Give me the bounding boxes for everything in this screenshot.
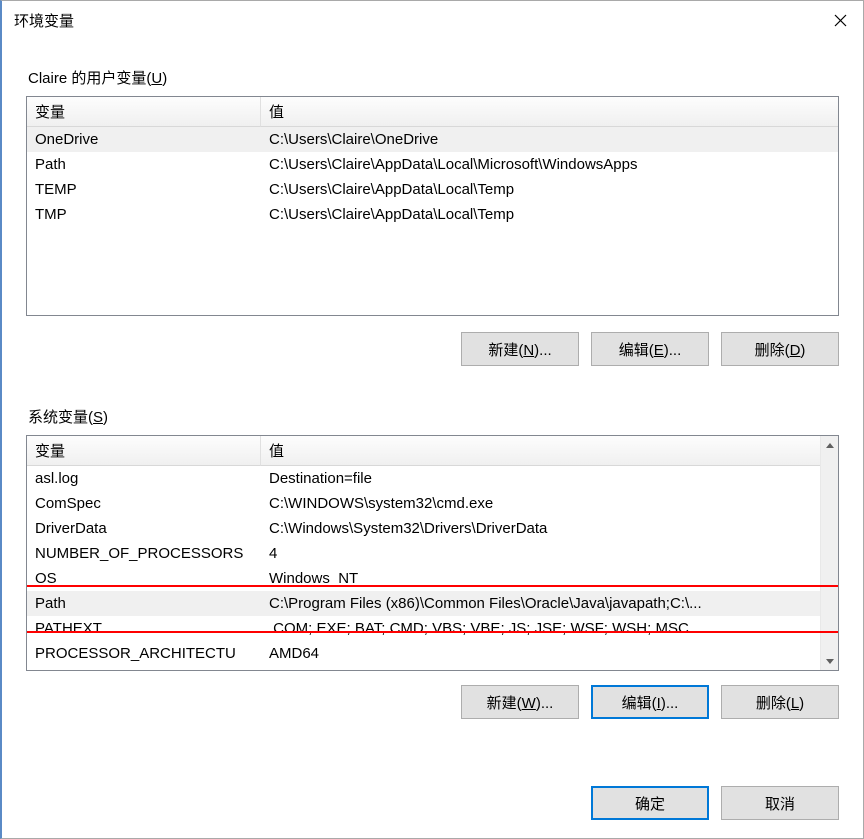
col-header-value[interactable]: 值: [261, 436, 820, 466]
cell-name: DriverData: [27, 516, 261, 541]
cell-value: Windows_NT: [261, 566, 820, 591]
cell-name: PATHEXT: [27, 616, 261, 641]
cell-name: TMP: [27, 202, 261, 227]
cell-name: NUMBER_OF_PROCESSORS: [27, 541, 261, 566]
table-row[interactable]: PathC:\Users\Claire\AppData\Local\Micros…: [27, 152, 838, 177]
cell-name: Path: [27, 591, 261, 616]
cell-value: AMD64: [261, 641, 820, 666]
table-row[interactable]: asl.logDestination=file: [27, 466, 820, 491]
user-list-header: 变量 值: [27, 97, 838, 127]
cell-value: C:\Users\Claire\AppData\Local\Microsoft\…: [261, 152, 838, 177]
user-edit-button[interactable]: 编辑(E)...: [591, 332, 709, 366]
col-header-value[interactable]: 值: [261, 97, 838, 127]
scroll-up-icon[interactable]: [821, 436, 838, 454]
window-title: 环境变量: [14, 10, 74, 31]
table-row[interactable]: PROCESSOR_ARCHITECTUAMD64: [27, 641, 820, 666]
system-new-button[interactable]: 新建(W)...: [461, 685, 579, 719]
scroll-down-icon[interactable]: [821, 652, 838, 670]
table-row[interactable]: OneDriveC:\Users\Claire\OneDrive: [27, 127, 838, 152]
environment-variables-dialog: 环境变量 Claire 的用户变量(U) 变量 值 OneDriveC:\Use…: [0, 0, 864, 839]
cell-value: C:\Windows\System32\Drivers\DriverData: [261, 516, 820, 541]
table-row[interactable]: TMPC:\Users\Claire\AppData\Local\Temp: [27, 202, 838, 227]
user-delete-button[interactable]: 删除(D): [721, 332, 839, 366]
cell-value: 4: [261, 541, 820, 566]
system-vars-label: 系统变量(S): [28, 406, 839, 427]
table-row[interactable]: PATHEXT.COM;.EXE;.BAT;.CMD;.VBS;.VBE;.JS…: [27, 616, 820, 641]
ok-button[interactable]: 确定: [591, 786, 709, 820]
user-vars-list[interactable]: 变量 值 OneDriveC:\Users\Claire\OneDrivePat…: [26, 96, 839, 316]
cell-value: C:\WINDOWS\system32\cmd.exe: [261, 491, 820, 516]
system-edit-button[interactable]: 编辑(I)...: [591, 685, 709, 719]
table-row[interactable]: PathC:\Program Files (x86)\Common Files\…: [27, 591, 820, 616]
titlebar: 环境变量: [2, 1, 863, 39]
cell-name: Path: [27, 152, 261, 177]
table-row[interactable]: NUMBER_OF_PROCESSORS4: [27, 541, 820, 566]
scroll-thumb[interactable]: [821, 454, 838, 652]
system-list-header: 变量 值: [27, 436, 820, 466]
cell-name: TEMP: [27, 177, 261, 202]
user-vars-label: Claire 的用户变量(U): [28, 67, 839, 88]
dialog-content: Claire 的用户变量(U) 变量 值 OneDriveC:\Users\Cl…: [2, 39, 863, 786]
dialog-footer: 确定 取消: [2, 786, 863, 838]
cell-name: OS: [27, 566, 261, 591]
system-delete-button[interactable]: 删除(L): [721, 685, 839, 719]
cell-value: C:\Users\Claire\OneDrive: [261, 127, 838, 152]
system-buttons-row: 新建(W)... 编辑(I)... 删除(L): [26, 685, 839, 719]
user-rows: OneDriveC:\Users\Claire\OneDrivePathC:\U…: [27, 127, 838, 227]
cell-name: ComSpec: [27, 491, 261, 516]
cell-name: OneDrive: [27, 127, 261, 152]
table-row[interactable]: OSWindows_NT: [27, 566, 820, 591]
close-icon[interactable]: [817, 4, 863, 36]
col-header-name[interactable]: 变量: [27, 97, 261, 127]
cell-name: PROCESSOR_ARCHITECTU: [27, 641, 261, 666]
table-row[interactable]: ComSpecC:\WINDOWS\system32\cmd.exe: [27, 491, 820, 516]
cell-value: C:\Program Files (x86)\Common Files\Orac…: [261, 591, 820, 616]
cell-value: C:\Users\Claire\AppData\Local\Temp: [261, 177, 838, 202]
user-new-button[interactable]: 新建(N)...: [461, 332, 579, 366]
cell-name: asl.log: [27, 466, 261, 491]
cell-value: Destination=file: [261, 466, 820, 491]
system-rows: asl.logDestination=fileComSpecC:\WINDOWS…: [27, 466, 820, 666]
user-buttons-row: 新建(N)... 编辑(E)... 删除(D): [26, 332, 839, 366]
system-scrollbar[interactable]: [820, 436, 838, 670]
col-header-name[interactable]: 变量: [27, 436, 261, 466]
table-row[interactable]: TEMPC:\Users\Claire\AppData\Local\Temp: [27, 177, 838, 202]
cancel-button[interactable]: 取消: [721, 786, 839, 820]
table-row[interactable]: DriverDataC:\Windows\System32\Drivers\Dr…: [27, 516, 820, 541]
cell-value: C:\Users\Claire\AppData\Local\Temp: [261, 202, 838, 227]
system-vars-list[interactable]: 变量 值 asl.logDestination=fileComSpecC:\WI…: [26, 435, 839, 671]
cell-value: .COM;.EXE;.BAT;.CMD;.VBS;.VBE;.JS;.JSE;.…: [261, 616, 820, 641]
